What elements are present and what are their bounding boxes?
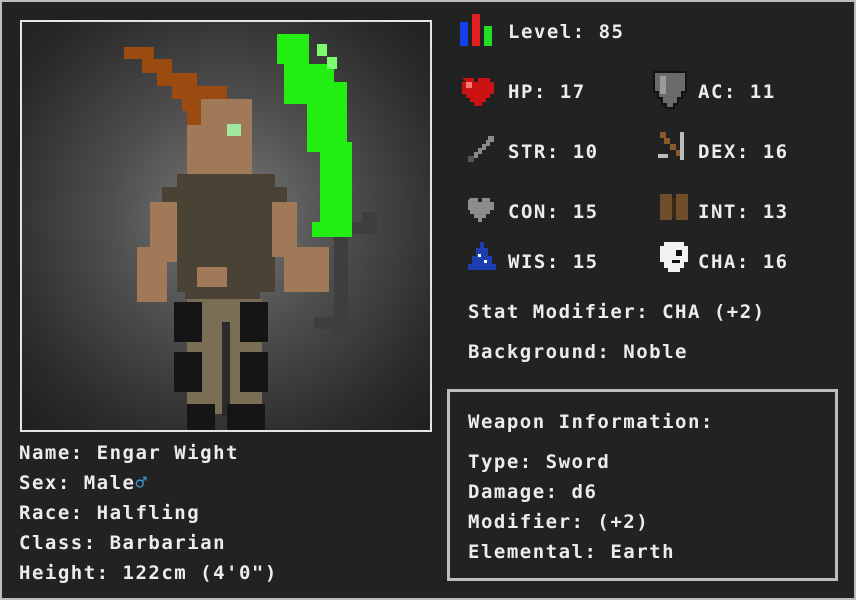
character-sex: Sex: Male♂ xyxy=(19,472,148,494)
heart-icon xyxy=(462,78,494,106)
wizard-hat-icon xyxy=(468,242,496,270)
sex-label: Sex: Male xyxy=(19,472,136,494)
grey-heart-icon xyxy=(468,198,494,222)
dex-value: DEX: 16 xyxy=(698,141,789,163)
bow-icon xyxy=(658,132,684,160)
shield-icon xyxy=(653,71,687,109)
hp-value: HP: 17 xyxy=(508,81,586,103)
character-class: Class: Barbarian xyxy=(19,532,227,554)
level-bars-icon xyxy=(460,14,492,46)
weapon-elemental: Elemental: Earth xyxy=(468,541,676,563)
character-sprite xyxy=(124,34,377,430)
book-icon xyxy=(660,194,688,220)
sword-icon xyxy=(468,136,494,162)
weapon-modifier: Modifier: (+2) xyxy=(468,511,650,533)
character-height: Height: 122cm (4'0") xyxy=(19,562,278,584)
level-value: Level: 85 xyxy=(508,21,625,43)
int-value: INT: 13 xyxy=(698,201,789,223)
str-value: STR: 10 xyxy=(508,141,599,163)
con-value: CON: 15 xyxy=(508,201,599,223)
ac-value: AC: 11 xyxy=(698,81,776,103)
cha-value: CHA: 16 xyxy=(698,251,789,273)
character-portrait xyxy=(20,20,432,432)
mask-icon xyxy=(660,242,688,272)
male-icon: ♂ xyxy=(135,472,149,494)
wis-value: WIS: 15 xyxy=(508,251,599,273)
weapon-damage: Damage: d6 xyxy=(468,481,598,503)
stat-modifier: Stat Modifier: CHA (+2) xyxy=(468,301,766,323)
weapon-heading: Weapon Information: xyxy=(468,411,714,433)
character-race: Race: Halfling xyxy=(19,502,201,524)
character-name: Name: Engar Wight xyxy=(19,442,239,464)
weapon-type: Type: Sword xyxy=(468,451,611,473)
background: Background: Noble xyxy=(468,341,688,363)
character-sheet: Name: Engar Wight Sex: Male♂ Race: Halfl… xyxy=(2,2,854,598)
